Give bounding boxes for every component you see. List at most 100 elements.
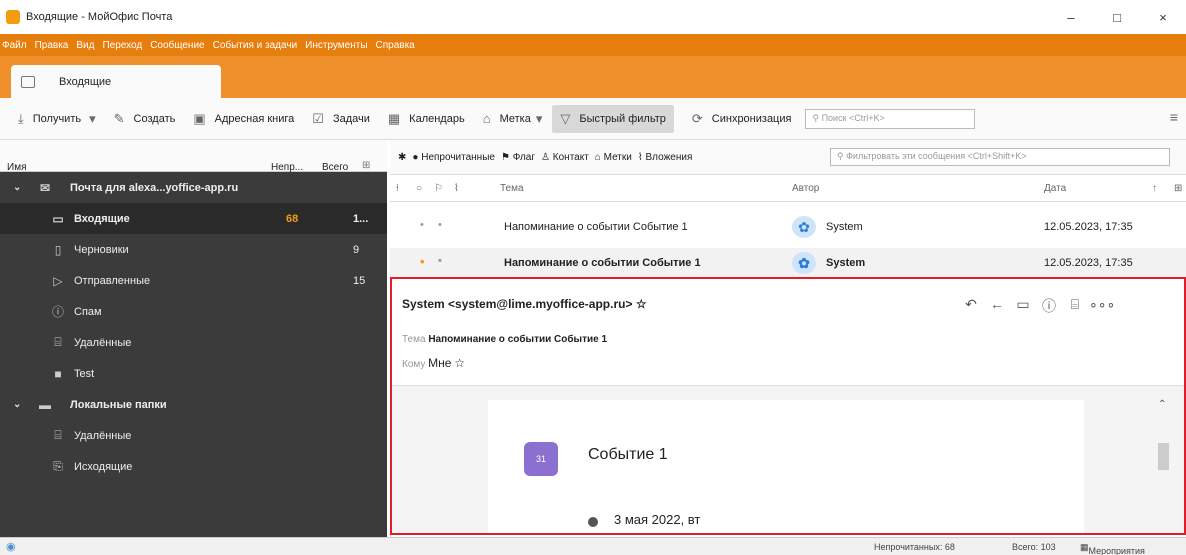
subject-value: Напоминание о событии Событие 1 xyxy=(428,334,608,345)
star-icon[interactable]: ☆ xyxy=(636,297,647,311)
folder-label: Исходящие xyxy=(74,460,133,473)
folder-test[interactable]: ■ Test xyxy=(0,358,387,389)
unread-dot-icon[interactable]: • xyxy=(420,254,425,269)
local-folder-outbox[interactable]: ⎘ Исходящие xyxy=(0,451,387,482)
tab-inbox[interactable]: Входящие xyxy=(11,65,221,98)
reply-icon[interactable]: ↶ xyxy=(959,296,983,316)
folder-label: Удалённые xyxy=(74,429,132,442)
menu-events[interactable]: События и задачи xyxy=(213,40,298,51)
warning-icon: ⓘ xyxy=(51,305,64,319)
folder-spam[interactable]: ⓘ Спам xyxy=(0,296,387,327)
flag-col-icon[interactable]: ⚐ xyxy=(434,183,443,194)
forward-icon[interactable]: ← xyxy=(985,296,1009,316)
filter-attachments-label: Вложения xyxy=(645,151,693,163)
checkbox-icon: ☑ xyxy=(312,110,324,126)
scroll-up-icon[interactable]: ⌃ xyxy=(1158,399,1166,410)
attachment-col-icon[interactable]: ⌇ xyxy=(454,183,459,194)
star-icon[interactable]: ☆ xyxy=(454,356,465,370)
chevron-down-icon[interactable]: ▾ xyxy=(89,111,96,127)
tasks-button[interactable]: ☑ Задачи xyxy=(312,105,370,133)
spam-icon[interactable]: ⓘ xyxy=(1037,296,1061,316)
menu-view[interactable]: Вид xyxy=(76,40,94,51)
toolbar: ⤓ Получить ▾ ✎ Создать ▣ Адресная книга … xyxy=(0,98,1186,140)
read-col-icon[interactable]: ○ xyxy=(416,183,422,194)
events-button[interactable]: ▦ Мероприятия xyxy=(1080,542,1145,555)
folder-drafts[interactable]: ▯ Черновики 9 xyxy=(0,234,387,265)
quick-filter-button[interactable]: ▽ Быстрый фильтр xyxy=(552,104,674,133)
sync-button[interactable]: ⟳ Синхронизация xyxy=(692,105,792,133)
folder-label: Отправленные xyxy=(74,274,151,287)
column-picker-icon[interactable]: ⊞ xyxy=(362,160,370,171)
filter-unread-label: Непрочитанные xyxy=(421,151,495,163)
archive-icon[interactable]: ▭ xyxy=(1011,296,1035,316)
to-label: Кому xyxy=(402,359,426,370)
trash-icon[interactable]: ⌸ xyxy=(1063,296,1087,316)
message-row[interactable]: • • Напоминание о событии Событие 1 ✿ Sy… xyxy=(390,212,1186,243)
tab-strip: Входящие xyxy=(0,56,1186,98)
chevron-down-icon[interactable]: ⌄ xyxy=(13,182,21,193)
quick-filter-bar: ✱ ● Непрочитанные ⚑ Флаг ♙ Контакт ⌂ Мет… xyxy=(390,140,1186,175)
menu-edit[interactable]: Правка xyxy=(35,40,69,51)
filter-tags[interactable]: ⌂ Метки xyxy=(595,152,632,163)
app-icon xyxy=(6,10,20,24)
message-row[interactable]: • • Напоминание о событии Событие 1 ✿ Sy… xyxy=(390,248,1186,279)
filter-search-input[interactable]: ⚲ Фильтровать эти сообщения <Ctrl+Shift+… xyxy=(830,148,1170,166)
menu-tools[interactable]: Инструменты xyxy=(305,40,367,51)
folder-sent[interactable]: ▷ Отправленные 15 xyxy=(0,265,387,296)
col-date[interactable]: Дата xyxy=(1044,183,1066,194)
preview-scrollbar[interactable]: ⌃ xyxy=(1154,396,1174,533)
pin-icon[interactable]: ✱ xyxy=(398,152,406,163)
filter-attachments[interactable]: ⌇ Вложения xyxy=(638,152,693,163)
gear-icon: ✿ xyxy=(792,216,816,238)
account-label: Почта для alexa...yoffice-app.ru xyxy=(70,181,239,194)
folder-icon: ■ xyxy=(54,366,62,381)
events-label: Мероприятия xyxy=(1088,546,1145,555)
flag-dot-icon[interactable]: • xyxy=(438,255,442,267)
tag-button[interactable]: ⌂ Метка ▾ xyxy=(483,105,543,133)
status-bar: ◉ Непрочитанных: 68 Всего: 103 ▦ Меропри… xyxy=(0,537,1186,555)
scroll-thumb[interactable] xyxy=(1158,443,1169,470)
tasks-label: Задачи xyxy=(332,112,370,125)
message-date: 12.05.2023, 17:35 xyxy=(1044,257,1133,269)
read-dot-icon[interactable]: • xyxy=(420,219,424,231)
more-icon[interactable]: ∘∘∘ xyxy=(1089,296,1115,316)
addressbook-button[interactable]: ▣ Адресная книга xyxy=(193,105,294,133)
filter-flag[interactable]: ⚑ Флаг xyxy=(501,152,535,163)
folder-pane-header: Имя Непр... Всего ⊞ xyxy=(0,140,387,173)
account-item[interactable]: ⌄ ✉ Почта для alexa...yoffice-app.ru xyxy=(0,172,387,203)
quick-filter-label: Быстрый фильтр xyxy=(579,112,666,125)
status-total: Всего: 103 xyxy=(1012,542,1056,552)
folder-inbox[interactable]: ▭ Входящие 68 1... xyxy=(0,203,387,234)
sort-arrow-icon[interactable]: ↑ xyxy=(1152,183,1157,194)
menu-file[interactable]: Файл xyxy=(2,40,27,51)
event-date: 3 мая 2022, вт xyxy=(614,512,701,527)
local-folder-trash[interactable]: ⌸ Удалённые xyxy=(0,420,387,451)
calendar-button[interactable]: ▦ Календарь xyxy=(388,105,465,133)
col-subject[interactable]: Тема xyxy=(500,183,524,194)
column-picker-icon[interactable]: ⊞ xyxy=(1174,183,1182,194)
sender[interactable]: System <system@lime.myoffice-app.ru> xyxy=(402,297,632,311)
folder-label: Черновики xyxy=(74,243,129,256)
subject-label: Тема xyxy=(402,334,426,345)
get-mail-button[interactable]: ⤓ Получить ▾ xyxy=(18,105,96,133)
menu-help[interactable]: Справка xyxy=(376,40,415,51)
filter-contact[interactable]: ♙ Контакт xyxy=(541,152,589,163)
close-button[interactable]: × xyxy=(1140,0,1186,34)
local-folders-item[interactable]: ⌄ ▬ Локальные папки xyxy=(0,389,387,420)
search-input[interactable]: ⚲ Поиск <Ctrl+K> xyxy=(805,108,976,129)
folder-trash[interactable]: ⌸ Удалённые xyxy=(0,327,387,358)
to-value[interactable]: Мне xyxy=(428,356,451,370)
flag-dot-icon[interactable]: • xyxy=(438,219,442,231)
computer-icon: ▬ xyxy=(39,397,51,412)
maximize-button[interactable]: □ xyxy=(1094,0,1140,34)
menu-go[interactable]: Переход xyxy=(102,40,142,51)
folder-label: Удалённые xyxy=(74,336,132,349)
thread-col-icon[interactable]: ⍿ xyxy=(396,183,399,194)
filter-unread[interactable]: ● Непрочитанные xyxy=(412,152,495,163)
menu-message[interactable]: Сообщение xyxy=(150,40,204,51)
hamburger-menu-icon[interactable]: ≡ xyxy=(1170,109,1178,125)
col-author[interactable]: Автор xyxy=(792,183,819,194)
create-button[interactable]: ✎ Создать xyxy=(114,105,176,133)
chevron-down-icon[interactable]: ⌄ xyxy=(13,399,21,410)
minimize-button[interactable]: – xyxy=(1048,0,1094,34)
